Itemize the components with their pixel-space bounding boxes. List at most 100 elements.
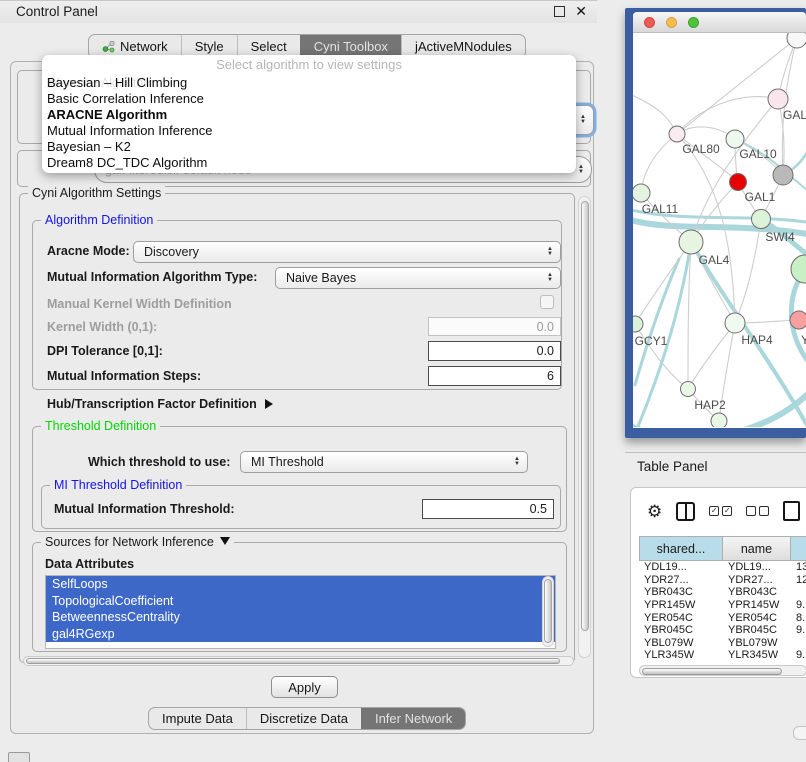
node-gal-partial[interactable] — [768, 89, 788, 109]
attribute-item-selfloops[interactable]: SelfLoops — [46, 576, 555, 593]
algorithm-option-dream8-dc-tdc-algorithm[interactable]: Dream8 DC_TDC Algorithm — [42, 155, 576, 171]
node-y-partial[interactable] — [790, 311, 806, 329]
network-edge[interactable] — [677, 97, 778, 134]
partial-toolbar-button[interactable] — [8, 752, 30, 762]
float-panel-icon[interactable] — [554, 6, 565, 17]
data-attributes-list[interactable]: SelfLoopsTopologicalCoefficientBetweenne… — [45, 575, 556, 649]
hub-tf-expander[interactable]: Hub/Transcription Factor Definition — [47, 397, 273, 411]
column-header-shared[interactable]: shared... — [639, 536, 723, 561]
close-panel-icon[interactable]: ✕ — [575, 6, 587, 17]
node-gal10[interactable] — [726, 130, 744, 148]
bottom-tab-infer-network[interactable]: Infer Network — [361, 708, 465, 729]
bottom-tab-discretize-data-label: Discretize Data — [260, 711, 348, 726]
apply-button[interactable]: Apply — [271, 676, 338, 698]
attributes-scrollbar-thumb[interactable] — [544, 579, 552, 643]
minimize-window-icon[interactable] — [666, 17, 677, 28]
node-partial-top[interactable] — [787, 33, 806, 48]
close-window-icon[interactable] — [644, 17, 655, 28]
node-gal10-label: GAL10 — [739, 147, 777, 161]
table-row[interactable]: YLR345WYLR345W9. — [639, 649, 806, 662]
node-gal4-label: GAL4 — [699, 253, 730, 267]
network-edge[interactable] — [677, 38, 797, 134]
node-hap4[interactable] — [725, 313, 745, 333]
network-edge[interactable] — [633, 93, 677, 134]
table-row[interactable]: YPR145WYPR145W9. — [639, 599, 806, 612]
mi-threshold-field[interactable]: 0.5 — [422, 499, 554, 519]
bottom-tab-discretize-data[interactable]: Discretize Data — [246, 708, 361, 729]
table-row[interactable]: YBR043CYBR043C — [639, 586, 806, 599]
aracne-mode-combobox[interactable]: Discovery ▲▼ — [133, 241, 561, 263]
table-cell: YBL079W — [639, 637, 723, 649]
network-window-titlebar — [633, 12, 806, 33]
node-partial-bottom[interactable] — [711, 413, 727, 427]
table-hscrollbar-thumb[interactable] — [642, 668, 782, 675]
node-swi4[interactable] — [752, 210, 771, 229]
node-gal4[interactable] — [679, 230, 703, 254]
node-gal11[interactable] — [633, 184, 650, 202]
mi-type-label: Mutual Information Algorithm Type: — [47, 270, 257, 284]
table-hscrollbar[interactable] — [639, 665, 806, 676]
algorithm-dropdown-popup: Select algorithm to view settings Bayesi… — [42, 55, 576, 173]
manual-kernel-checkbox[interactable] — [540, 295, 554, 309]
settings-hscrollbar-thumb[interactable] — [26, 658, 560, 664]
sources-group: Sources for Network Inference Data Attri… — [32, 542, 567, 652]
mi-type-combobox[interactable]: Naive Bayes ▲▼ — [275, 267, 561, 289]
network-view-frame[interactable]: GALGAL80GAL10GAL1GAL11SWI4GAL4GCY1HAP4YH… — [625, 8, 806, 438]
table-row[interactable]: YBL079WYBL079W — [639, 637, 806, 650]
column-header-col3[interactable] — [791, 536, 806, 561]
node-gal80[interactable] — [669, 126, 685, 142]
attribute-item-topologicalcoefficient[interactable]: TopologicalCoefficient — [46, 593, 555, 610]
node-gal-partial-label: GAL — [783, 108, 806, 122]
column-header-name[interactable]: name — [723, 536, 791, 561]
attribute-item-betweennesscentrality[interactable]: BetweennessCentrality — [46, 609, 555, 626]
table-cell: YER054C — [723, 612, 791, 624]
network-edge[interactable] — [735, 219, 761, 323]
mi-threshold-definition-title: MI Threshold Definition — [50, 478, 186, 492]
table-row[interactable]: YER054CYER054C8. — [639, 611, 806, 624]
table-cell: 13 — [791, 561, 806, 573]
zoom-window-icon[interactable] — [688, 17, 699, 28]
deselect-all-icon[interactable] — [746, 506, 769, 516]
node-hap2[interactable] — [681, 382, 696, 397]
network-canvas[interactable]: GALGAL80GAL10GAL1GAL11SWI4GAL4GCY1HAP4YH… — [633, 33, 806, 427]
settings-scrollbar[interactable] — [578, 196, 591, 658]
kernel-width-field[interactable]: 0.0 — [428, 317, 561, 336]
bottom-tab-bar: Impute Data Discretize Data Infer Network — [148, 707, 466, 730]
table-row[interactable]: YDR27...YDR27...12 — [639, 574, 806, 587]
split-columns-icon[interactable] — [676, 502, 695, 521]
network-edge[interactable] — [641, 134, 677, 193]
algorithm-option-basic-correlation-inference[interactable]: Basic Correlation Inference — [42, 91, 576, 107]
table-panel-divider — [625, 452, 806, 453]
table-row[interactable]: YBR045CYBR045C9. — [639, 624, 806, 637]
algorithm-option-aracne-algorithm[interactable]: ARACNE Algorithm — [42, 107, 576, 123]
algorithm-option-bayesian-k2[interactable]: Bayesian – K2 — [42, 139, 576, 155]
which-threshold-combobox[interactable]: MI Threshold ▲▼ — [240, 451, 528, 473]
settings-scrollbar-thumb[interactable] — [581, 201, 589, 631]
table-row[interactable]: YDL19...YDL19...13 — [639, 561, 806, 574]
attribute-item-gal4rgexp[interactable]: gal4RGexp — [46, 626, 555, 643]
table-cell: YBR045C — [723, 624, 791, 636]
node-partial-right[interactable] — [791, 255, 806, 283]
node-hap4-label: HAP4 — [741, 333, 773, 347]
mi-steps-field[interactable]: 6 — [428, 366, 561, 386]
select-all-icon[interactable]: ✓✓ — [709, 506, 732, 516]
table-cell: YDR27... — [723, 574, 791, 586]
node-gray[interactable] — [773, 165, 793, 185]
dpi-tolerance-field[interactable]: 0.0 — [428, 341, 561, 361]
mi-threshold-value: 0.5 — [530, 502, 547, 516]
table-cell: 12 — [791, 574, 806, 586]
gear-icon[interactable]: ⚙ — [647, 503, 662, 520]
node-gal1-label: GAL1 — [745, 190, 776, 204]
sources-title[interactable]: Sources for Network Inference — [41, 535, 234, 549]
algorithm-option-mutual-information-inference[interactable]: Mutual Information Inference — [42, 123, 576, 139]
node-gal1[interactable] — [730, 174, 747, 191]
bottom-tab-impute-data[interactable]: Impute Data — [149, 708, 246, 729]
settings-hscrollbar[interactable] — [23, 656, 574, 666]
table-cell: YER054C — [639, 612, 723, 624]
node-gcy1[interactable] — [633, 316, 643, 332]
attributes-scrollbar[interactable] — [542, 576, 554, 647]
table-cell: YPR145W — [639, 599, 723, 611]
tab-style-label: Style — [195, 39, 224, 54]
network-edge[interactable] — [688, 323, 735, 389]
export-table-icon[interactable] — [783, 501, 800, 521]
